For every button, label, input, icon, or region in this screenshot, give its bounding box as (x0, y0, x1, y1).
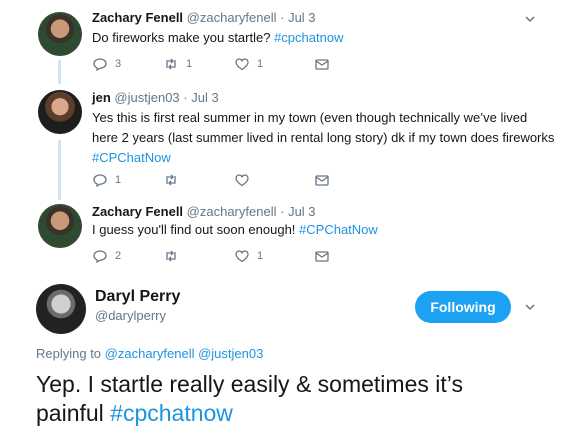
envelope-icon (315, 59, 329, 70)
replying-to: Replying to @zacharyfenell @justjen03 (36, 346, 263, 361)
reply-button[interactable]: 2 (92, 248, 163, 264)
retweet-button[interactable] (163, 172, 234, 188)
message-button[interactable] (314, 56, 330, 72)
user-handle[interactable]: @justjen03 (114, 90, 179, 105)
display-name[interactable]: jen (92, 90, 111, 105)
chevron-down-icon[interactable] (523, 300, 537, 314)
separator: · (183, 90, 188, 105)
reply-icon (93, 250, 107, 264)
envelope-icon (315, 251, 329, 262)
replying-prefix: Replying to (36, 346, 102, 361)
tweet-body-line: Yep. I startle really easily & sometimes… (36, 371, 463, 397)
tweet-date[interactable]: Jul 3 (288, 204, 315, 219)
tweet-date[interactable]: Jul 3 (288, 10, 315, 25)
retweet-button[interactable] (163, 248, 234, 264)
avatar[interactable] (38, 204, 82, 248)
like-count: 1 (257, 58, 264, 70)
retweet-count: 1 (186, 58, 193, 70)
display-name[interactable]: Zachary Fenell (92, 10, 183, 25)
chevron-down-icon[interactable] (523, 12, 537, 26)
tweet-text: Do fireworks make you startle? #cpchatno… (92, 28, 562, 48)
user-handle[interactable]: @zacharyfenell (187, 10, 277, 25)
tweet-body: I guess you'll find out soon enough! (92, 222, 296, 237)
reply-count: 3 (115, 58, 122, 70)
following-button[interactable]: Following (415, 291, 511, 323)
hashtag-link[interactable]: #CPChatNow (299, 222, 378, 237)
tweet-actions: 3 1 1 (92, 56, 330, 72)
tweet-2[interactable]: jen @justjen03 · Jul 3 Yes this is first… (0, 84, 575, 194)
reply-count: 2 (115, 250, 122, 262)
retweet-button[interactable]: 1 (163, 56, 234, 72)
tweet-header: Zachary Fenell @zacharyfenell · Jul 3 (92, 204, 316, 219)
heart-icon (235, 174, 249, 187)
avatar[interactable] (36, 284, 86, 334)
retweet-icon (166, 58, 176, 70)
tweet-body-line-2: painful #cpchatnow (36, 399, 556, 428)
like-button[interactable] (234, 172, 314, 188)
envelope-icon (315, 175, 329, 186)
tweet-1[interactable]: Zachary Fenell @zacharyfenell · Jul 3 Do… (0, 0, 575, 84)
retweet-icon (166, 250, 176, 262)
replying-users-link[interactable]: @zacharyfenell @justjen03 (105, 346, 264, 361)
reply-icon (93, 174, 107, 188)
reply-button[interactable]: 1 (92, 172, 163, 188)
tweet-text: I guess you'll find out soon enough! #CP… (92, 220, 562, 240)
tweet-actions: 1 (92, 172, 330, 188)
like-button[interactable]: 1 (234, 56, 314, 72)
reply-icon (93, 58, 107, 72)
tweet-body: painful (36, 400, 104, 426)
user-handle[interactable]: @zacharyfenell (187, 204, 277, 219)
hashtag-link[interactable]: #CPChatNow (92, 148, 562, 168)
hashtag-link[interactable]: #cpchatnow (110, 400, 233, 426)
tweet-body: Do fireworks make you startle? (92, 30, 271, 45)
reply-count: 1 (115, 174, 122, 186)
user-handle[interactable]: @darylperry (95, 308, 166, 323)
tweet-date[interactable]: Jul 3 (191, 90, 218, 105)
tweet-3[interactable]: Zachary Fenell @zacharyfenell · Jul 3 I … (0, 198, 575, 272)
avatar[interactable] (38, 90, 82, 134)
message-button[interactable] (314, 248, 330, 264)
retweet-icon (166, 174, 176, 186)
tweet-text: Yes this is first real summer in my town… (92, 108, 562, 168)
tweet-body-line: here 2 years (last summer lived in renta… (92, 130, 555, 145)
heart-icon (235, 250, 249, 263)
avatar[interactable] (38, 12, 82, 56)
tweet-actions: 2 1 (92, 248, 330, 264)
reply-button[interactable]: 3 (92, 56, 163, 72)
tweet-header: jen @justjen03 · Jul 3 (92, 90, 219, 105)
main-tweet-text: Yep. I startle really easily & sometimes… (36, 370, 556, 428)
message-button[interactable] (314, 172, 330, 188)
like-count: 1 (257, 250, 264, 262)
tweet-header: Zachary Fenell @zacharyfenell · Jul 3 (92, 10, 316, 25)
display-name[interactable]: Zachary Fenell (92, 204, 183, 219)
heart-icon (235, 58, 249, 71)
display-name[interactable]: Daryl Perry (95, 288, 180, 306)
separator: · (280, 10, 285, 25)
tweet-body-line: Yes this is first real summer in my town… (92, 110, 528, 125)
like-button[interactable]: 1 (234, 248, 314, 264)
hashtag-link[interactable]: #cpchatnow (274, 30, 343, 45)
separator: · (280, 204, 285, 219)
